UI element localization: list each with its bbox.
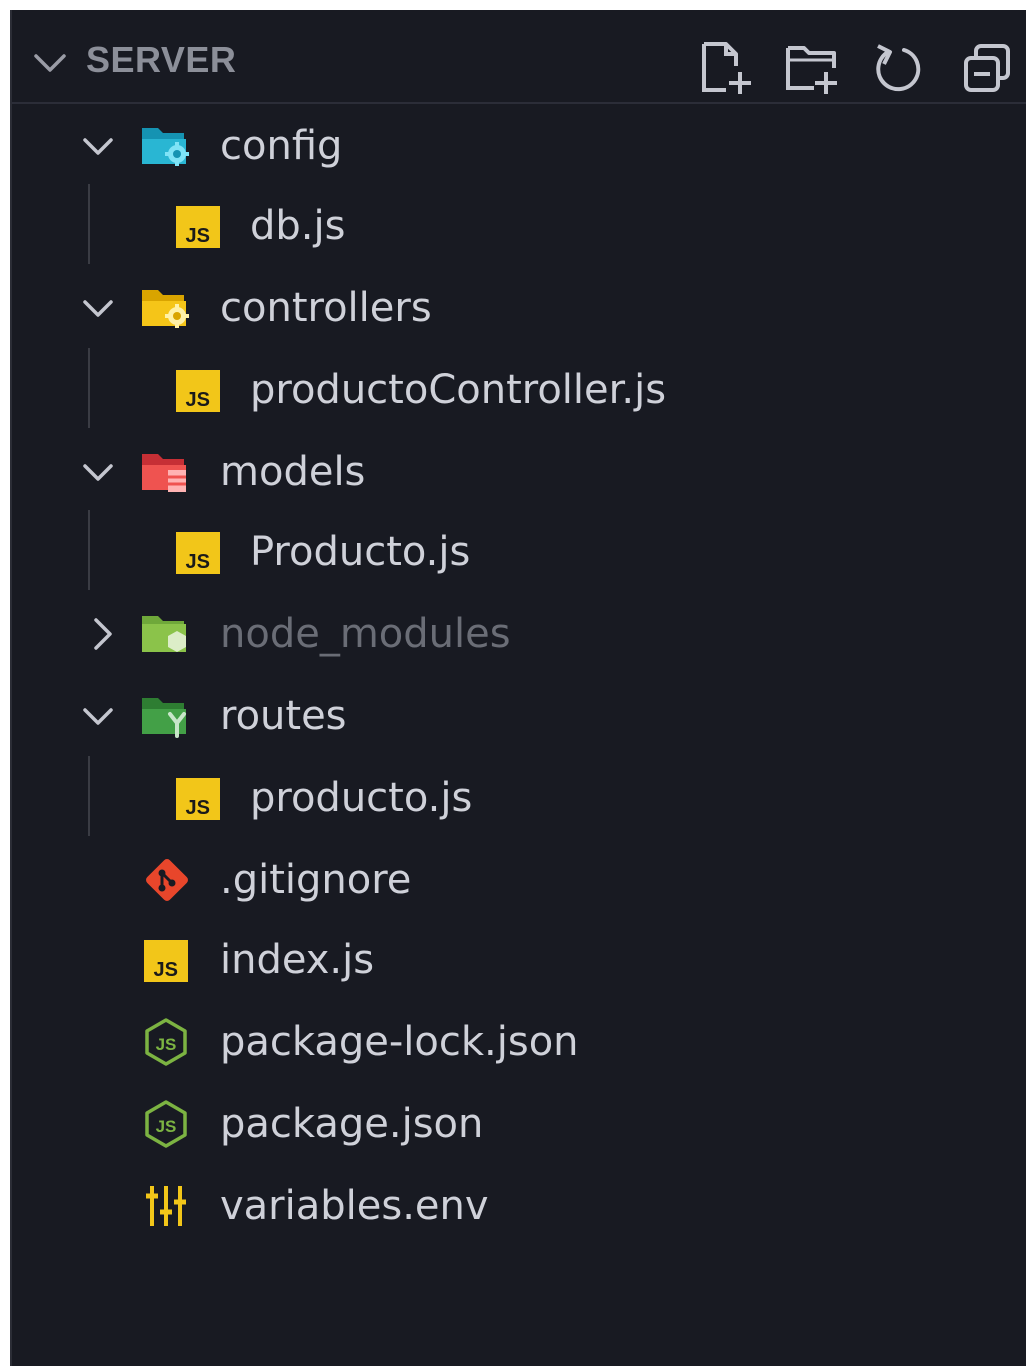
- chevron-right-icon[interactable]: [84, 616, 120, 652]
- explorer-panel: SERVER config JS db.js controllers JS pr…: [10, 10, 1026, 1366]
- folder-routes-icon: [142, 698, 186, 738]
- tree-item-label: config: [220, 123, 343, 169]
- chevron-down-icon[interactable]: [80, 290, 116, 326]
- tree-item-package-json[interactable]: JS package.json: [12, 1084, 1026, 1164]
- tree-item-index-js[interactable]: JS index.js: [12, 920, 1026, 1000]
- tree-item-label: Producto.js: [250, 529, 471, 575]
- js-file-icon: JS: [176, 778, 220, 820]
- folder-node-icon: [142, 616, 186, 652]
- nodejs-icon: JS: [145, 1100, 187, 1148]
- tree-item-label: node_modules: [220, 611, 511, 657]
- tree-item-label: package.json: [220, 1101, 484, 1147]
- js-file-icon: JS: [176, 206, 220, 248]
- folder-controllers-icon: [142, 290, 189, 328]
- svg-text:JS: JS: [186, 225, 210, 247]
- tree-item-label: controllers: [220, 285, 432, 331]
- chevron-down-icon[interactable]: [80, 698, 116, 734]
- folder-models-icon: [142, 454, 186, 492]
- tree-item-label: .gitignore: [220, 857, 412, 903]
- chevron-down-icon[interactable]: [32, 48, 68, 78]
- tree-item-label: variables.env: [220, 1183, 489, 1229]
- tree-item-label: db.js: [250, 203, 346, 249]
- tree-item-label: package-lock.json: [220, 1019, 579, 1065]
- svg-text:JS: JS: [154, 959, 178, 981]
- js-file-icon: JS: [144, 940, 188, 982]
- tree-item-db-js[interactable]: JS db.js: [12, 186, 1026, 266]
- explorer-title: SERVER: [86, 39, 237, 80]
- tree-item-label: index.js: [220, 937, 375, 983]
- tree-item-variables-env[interactable]: variables.env: [12, 1166, 1026, 1246]
- chevron-down-icon[interactable]: [80, 454, 116, 490]
- refresh-icon[interactable]: [868, 38, 928, 98]
- js-file-icon: JS: [176, 532, 220, 574]
- tree-item-producto-route-js[interactable]: JS producto.js: [12, 758, 1026, 838]
- tree-item-label: productoController.js: [250, 367, 667, 413]
- tree-item-node-modules[interactable]: node_modules: [12, 594, 1026, 674]
- env-icon: [146, 1186, 186, 1226]
- new-folder-icon[interactable]: [782, 38, 842, 98]
- collapse-all-icon[interactable]: [958, 38, 1018, 98]
- js-file-icon: JS: [176, 370, 220, 412]
- tree-item-controllers[interactable]: controllers: [12, 268, 1026, 348]
- tree-item-gitignore[interactable]: .gitignore: [12, 840, 1026, 920]
- explorer-header[interactable]: SERVER: [12, 10, 1026, 104]
- svg-text:JS: JS: [186, 551, 210, 573]
- chevron-down-icon[interactable]: [80, 128, 116, 164]
- svg-text:JS: JS: [156, 1117, 177, 1136]
- tree-item-producto-model-js[interactable]: JS Producto.js: [12, 512, 1026, 592]
- svg-text:JS: JS: [186, 797, 210, 819]
- svg-text:JS: JS: [156, 1035, 177, 1054]
- svg-text:JS: JS: [186, 389, 210, 411]
- tree-item-label: producto.js: [250, 775, 473, 821]
- tree-item-package-lock-json[interactable]: JS package-lock.json: [12, 1002, 1026, 1082]
- new-file-icon[interactable]: [696, 38, 756, 98]
- nodejs-icon: JS: [145, 1018, 187, 1066]
- folder-config-icon: [142, 128, 189, 166]
- tree-item-routes[interactable]: routes: [12, 676, 1026, 756]
- git-icon: [146, 859, 188, 901]
- tree-item-label: models: [220, 449, 366, 495]
- tree-item-config[interactable]: config: [12, 106, 1026, 186]
- tree-item-productocontroller-js[interactable]: JS productoController.js: [12, 350, 1026, 430]
- tree-item-label: routes: [220, 693, 347, 739]
- tree-item-models[interactable]: models: [12, 432, 1026, 512]
